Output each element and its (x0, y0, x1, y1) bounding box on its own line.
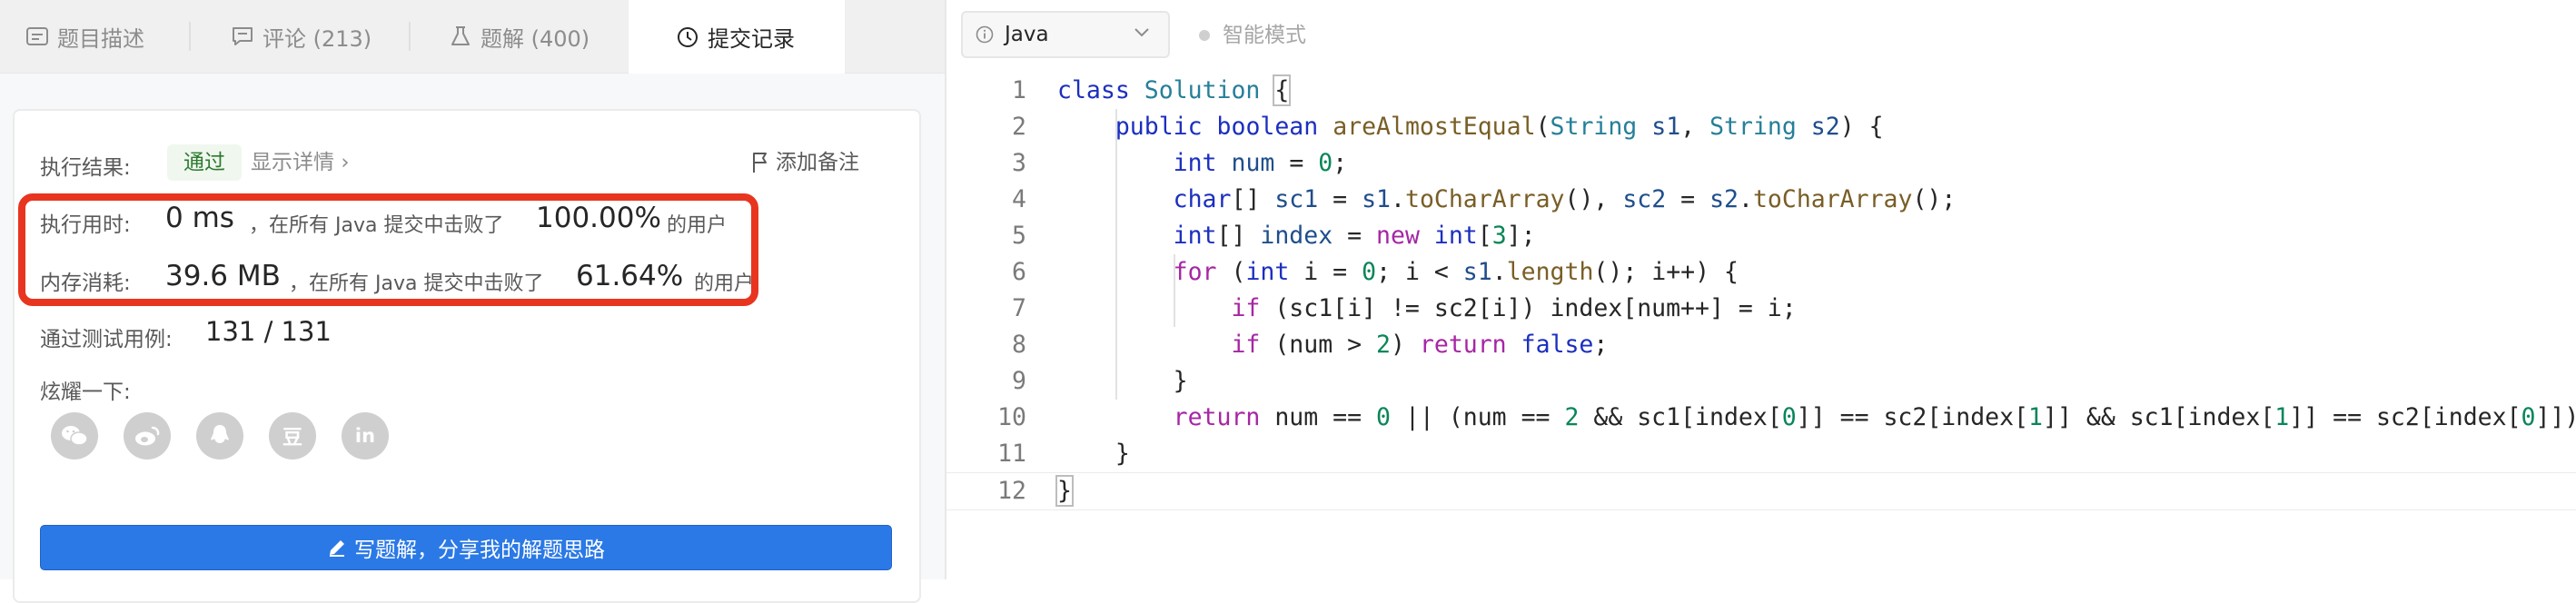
code-text: return num == 0 || (num == 2 && sc1[inde… (1173, 403, 2576, 431)
weibo-icon[interactable] (124, 412, 171, 460)
code-line: 7 if (sc1[i] != sc2[i]) index[num++] = i… (946, 291, 2576, 327)
smart-mode-toggle[interactable]: 智能模式 (1199, 20, 1306, 51)
code-text: } (1057, 367, 1188, 395)
code-editor[interactable]: 1 class Solution { 2 public boolean areA… (946, 73, 2576, 579)
line-number: 3 (1012, 149, 1026, 177)
linkedin-icon[interactable]: in (342, 412, 389, 460)
code-text: public boolean areAlmostEqual(String s1,… (1115, 113, 1884, 141)
code-text: for (int i = 0; i < s1.length(); i++) { (1173, 258, 1739, 286)
line-number: 8 (1012, 331, 1026, 359)
tab-submissions[interactable]: 提交记录 (629, 0, 845, 74)
write-solution-button[interactable]: 写题解，分享我的解题思路 (40, 525, 892, 570)
left-panel: 题目描述 评论 (213) 题解 (400) 提交记录 执行结果: 通过 显示详… (0, 0, 946, 603)
code-line: 1 class Solution { (946, 73, 2576, 109)
tab-solutions[interactable]: 题解 (400) (449, 0, 590, 73)
code-text: } (1055, 475, 1074, 507)
tab-comments[interactable]: 评论 (213) (231, 0, 372, 73)
line-number: 10 (997, 403, 1026, 431)
code-line-current: 12 } (946, 472, 2576, 510)
description-icon (25, 25, 49, 48)
douban-glyph: 豆 (282, 427, 302, 450)
tab-description[interactable]: 题目描述 (25, 0, 144, 73)
tab-divider (409, 22, 411, 51)
tab-label: 题目描述 (57, 25, 144, 52)
submission-result-card: 执行结果: 通过 显示详情 › 添加备注 执行用时: 0 ms ，在所有 Jav… (13, 109, 921, 603)
code-line: 9 } (946, 363, 2576, 400)
tab-bar: 题目描述 评论 (213) 题解 (400) 提交记录 (0, 0, 945, 74)
line-number: 4 (1012, 185, 1026, 213)
add-note-button[interactable]: 添加备注 (752, 144, 859, 181)
code-text: if (sc1[i] != sc2[i]) index[num++] = i; (1231, 294, 1797, 322)
info-icon (976, 25, 994, 44)
line-number: 6 (1012, 258, 1026, 286)
language-value: Java (1005, 23, 1049, 46)
linkedin-glyph: in (354, 425, 376, 447)
code-text: class Solution { (1057, 74, 1292, 106)
code-line: 5 int[] index = new int[3]; (946, 218, 2576, 254)
add-note-label: 添加备注 (776, 151, 859, 174)
share-label: 炫耀一下: (40, 381, 131, 404)
editor-panel: Java 智能模式 1 class Solution { 2 public bo… (946, 0, 2576, 579)
language-select[interactable]: Java (961, 11, 1170, 58)
show-details-label: 显示详情 (251, 151, 334, 174)
chevron-right-icon: › (341, 151, 350, 174)
flag-icon (752, 152, 768, 173)
line-number: 5 (1012, 222, 1026, 250)
chevron-down-icon (1134, 27, 1150, 38)
status-badge: 通过 (167, 144, 242, 181)
code-line: 3 int num = 0; (946, 145, 2576, 182)
line-number: 7 (1012, 294, 1026, 322)
tab-label: 题解 (400) (481, 25, 590, 52)
line-number: 12 (997, 477, 1026, 505)
code-line: 6 for (int i = 0; i < s1.length(); i++) … (946, 254, 2576, 291)
flask-icon (449, 25, 472, 48)
line-number: 2 (1012, 113, 1026, 141)
testcases-label: 通过测试用例: (40, 328, 173, 351)
tab-divider (189, 22, 191, 51)
code-text: int[] index = new int[3]; (1173, 222, 1536, 250)
result-label: 执行结果: (40, 156, 131, 180)
douban-icon[interactable]: 豆 (269, 412, 316, 460)
code-line: 8 if (num > 2) return false; (946, 327, 2576, 363)
write-solution-label: 写题解，分享我的解题思路 (354, 539, 605, 562)
qq-icon[interactable] (196, 412, 243, 460)
code-line: 10 return num == 0 || (num == 2 && sc1[i… (946, 400, 2576, 436)
show-details-link[interactable]: 显示详情 › (251, 146, 350, 179)
smart-mode-label: 智能模式 (1223, 24, 1306, 47)
comment-icon (231, 25, 254, 48)
code-text: int num = 0; (1173, 149, 1348, 177)
code-text: char[] sc1 = s1.toCharArray(), sc2 = s2.… (1173, 185, 1957, 213)
code-line: 2 public boolean areAlmostEqual(String s… (946, 109, 2576, 145)
line-number: 11 (997, 440, 1026, 468)
wechat-icon[interactable] (51, 412, 98, 460)
status-dot-icon (1199, 30, 1210, 41)
line-number: 9 (1012, 367, 1026, 395)
line-number: 1 (1012, 76, 1026, 104)
code-text: if (num > 2) return false; (1231, 331, 1609, 359)
code-line: 11 } (946, 436, 2576, 472)
code-line: 4 char[] sc1 = s1.toCharArray(), sc2 = s… (946, 182, 2576, 218)
highlight-box (18, 193, 758, 306)
code-text: } (1057, 440, 1130, 468)
clock-icon (676, 25, 699, 49)
testcases-value: 131 / 131 (205, 316, 332, 347)
tab-label: 提交记录 (708, 26, 795, 52)
tab-label: 评论 (213) (263, 25, 372, 52)
pencil-icon (327, 538, 347, 558)
